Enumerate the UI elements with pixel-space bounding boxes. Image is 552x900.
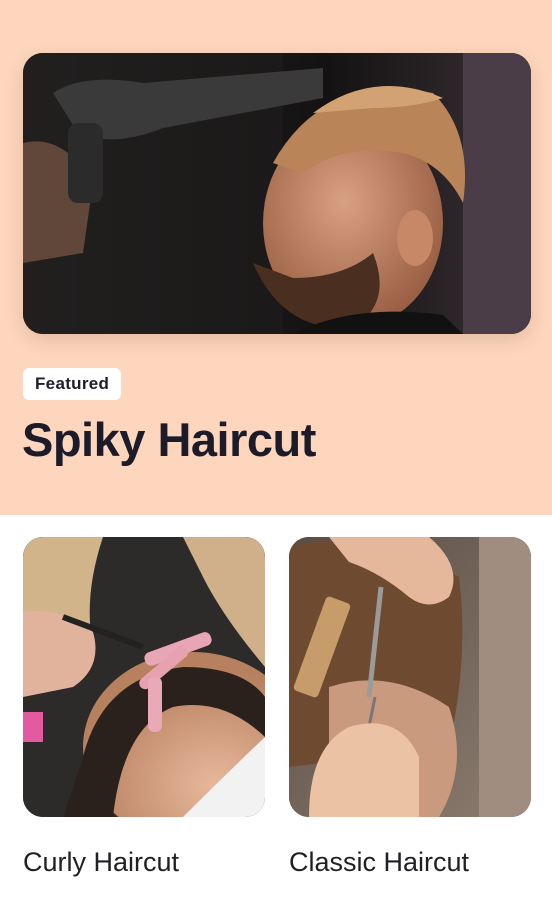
featured-haircut-image[interactable] bbox=[23, 53, 531, 334]
haircut-card-curly[interactable]: Curly Haircut bbox=[23, 537, 265, 879]
classic-haircut-label[interactable]: Classic Haircut bbox=[289, 845, 531, 879]
featured-title[interactable]: Spiky Haircut bbox=[22, 410, 316, 470]
haircut-card-classic[interactable]: Classic Haircut bbox=[289, 537, 531, 879]
classic-haircut-image[interactable] bbox=[289, 537, 531, 817]
barber-blow-dry-photo bbox=[23, 53, 531, 334]
curly-haircut-label[interactable]: Curly Haircut bbox=[23, 845, 265, 879]
featured-badge: Featured bbox=[23, 368, 122, 400]
haircut-grid: Curly Haircut Classic Haircut bbox=[0, 515, 552, 900]
comb-scissors-photo bbox=[289, 537, 531, 817]
featured-section: Featured Spiky Haircut bbox=[0, 0, 552, 515]
hair-clips-photo bbox=[23, 537, 265, 817]
curly-haircut-image[interactable] bbox=[23, 537, 265, 817]
